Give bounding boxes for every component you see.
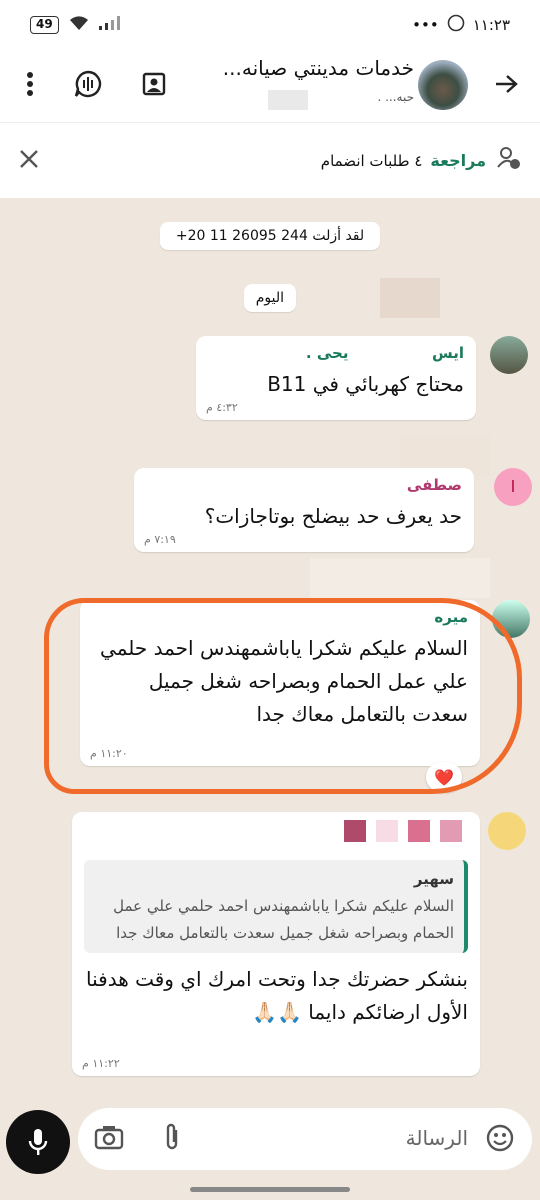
quote-sender: سهير [413, 870, 454, 888]
sender-avatar[interactable]: ا [494, 468, 532, 506]
message-bubble[interactable]: صطفى حد يعرف حد بيضلح بوتاجازات؟ ٧:١٩ م [134, 468, 474, 552]
message-time: ١١:٢٢ م [82, 1057, 120, 1070]
group-info-icon[interactable] [132, 62, 176, 106]
attach-icon[interactable] [162, 1122, 182, 1156]
message-time: ٤:٣٢ م [206, 401, 238, 414]
camera-icon[interactable] [94, 1124, 124, 1154]
date-pill: اليوم [244, 284, 296, 312]
chat-area[interactable]: لقد أزلت 244 26095 11 20+ اليوم ايس يحى … [0, 198, 540, 1200]
join-requests-text: ٤ طلبات انضمام [320, 151, 423, 170]
quote-text: السلام عليكم شكرا ياباشمهندس احمد حلمي ع… [113, 897, 454, 942]
status-time: ١١:٢٣ [472, 16, 510, 34]
group-avatar[interactable] [418, 60, 468, 110]
sender-name: صطفى [406, 476, 462, 494]
blurred-sender [84, 820, 468, 856]
message-time: ١١:٢٠ م [90, 747, 128, 760]
mic-button[interactable] [6, 1110, 70, 1174]
review-link[interactable]: مراجعة [430, 151, 486, 170]
message-text: محتاج كهربائي في B11 [267, 372, 464, 396]
pending-user-icon [486, 145, 522, 177]
chat-header: خدمات مدينتي صيانه... حبه... . [0, 50, 540, 122]
message-input[interactable]: الرسالة [406, 1126, 468, 1150]
quoted-message[interactable]: سهير السلام عليكم شكرا ياباشمهندس احمد ح… [84, 860, 468, 953]
message-text: بنشكر حضرتك جدا وتحت امرك اي وقت هدفنا ا… [86, 967, 468, 1024]
message-input-bar[interactable]: الرسالة [78, 1108, 532, 1170]
signal-icon [98, 16, 121, 34]
wifi-icon [69, 15, 89, 35]
sender-avatar[interactable] [490, 336, 528, 374]
message-text: حد يعرف حد بيضلح بوتاجازات؟ [204, 504, 462, 528]
message-text: السلام عليكم شكرا ياباشمهندس احمد حلمي ع… [100, 636, 468, 726]
status-bar: 49 ••• ١١:٢٣ [0, 0, 540, 50]
whatsapp-icon [447, 14, 465, 36]
battery-indicator: 49 [30, 16, 59, 34]
blurred-region [268, 90, 308, 110]
message-bubble[interactable]: ايس يحى . محتاج كهربائي في B11 ٤:٣٢ م [196, 336, 476, 420]
message-bubble[interactable]: ميره السلام عليكم شكرا ياباشمهندس احمد ح… [80, 600, 480, 766]
status-dots: ••• [412, 16, 439, 34]
voice-chat-icon[interactable] [66, 62, 110, 106]
status-right: ••• ١١:٢٣ [412, 14, 510, 36]
close-icon[interactable] [18, 147, 40, 177]
sender-avatar[interactable] [488, 812, 526, 850]
status-left: 49 [30, 15, 121, 35]
heart-reaction[interactable]: ❤️ [426, 762, 462, 792]
message-time: ٧:١٩ م [144, 533, 176, 546]
sender-avatar[interactable] [492, 600, 530, 638]
back-arrow-icon[interactable] [484, 62, 528, 106]
blurred-region [380, 278, 440, 318]
sender-name: ايس يحى . [305, 344, 464, 362]
message-bubble[interactable]: سهير السلام عليكم شكرا ياباشمهندس احمد ح… [72, 812, 480, 1076]
group-name[interactable]: خدمات مدينتي صيانه... [223, 56, 414, 80]
sender-name: ميره [434, 608, 468, 626]
blurred-region [310, 558, 490, 598]
emoji-icon[interactable] [486, 1124, 514, 1156]
join-requests-banner[interactable]: مراجعة ٤ طلبات انضمام [0, 122, 540, 198]
more-options-icon[interactable] [8, 62, 52, 106]
system-notice: لقد أزلت 244 26095 11 20+ [160, 222, 380, 250]
home-indicator[interactable] [190, 1187, 350, 1192]
group-members[interactable]: حبه... . [377, 90, 414, 104]
